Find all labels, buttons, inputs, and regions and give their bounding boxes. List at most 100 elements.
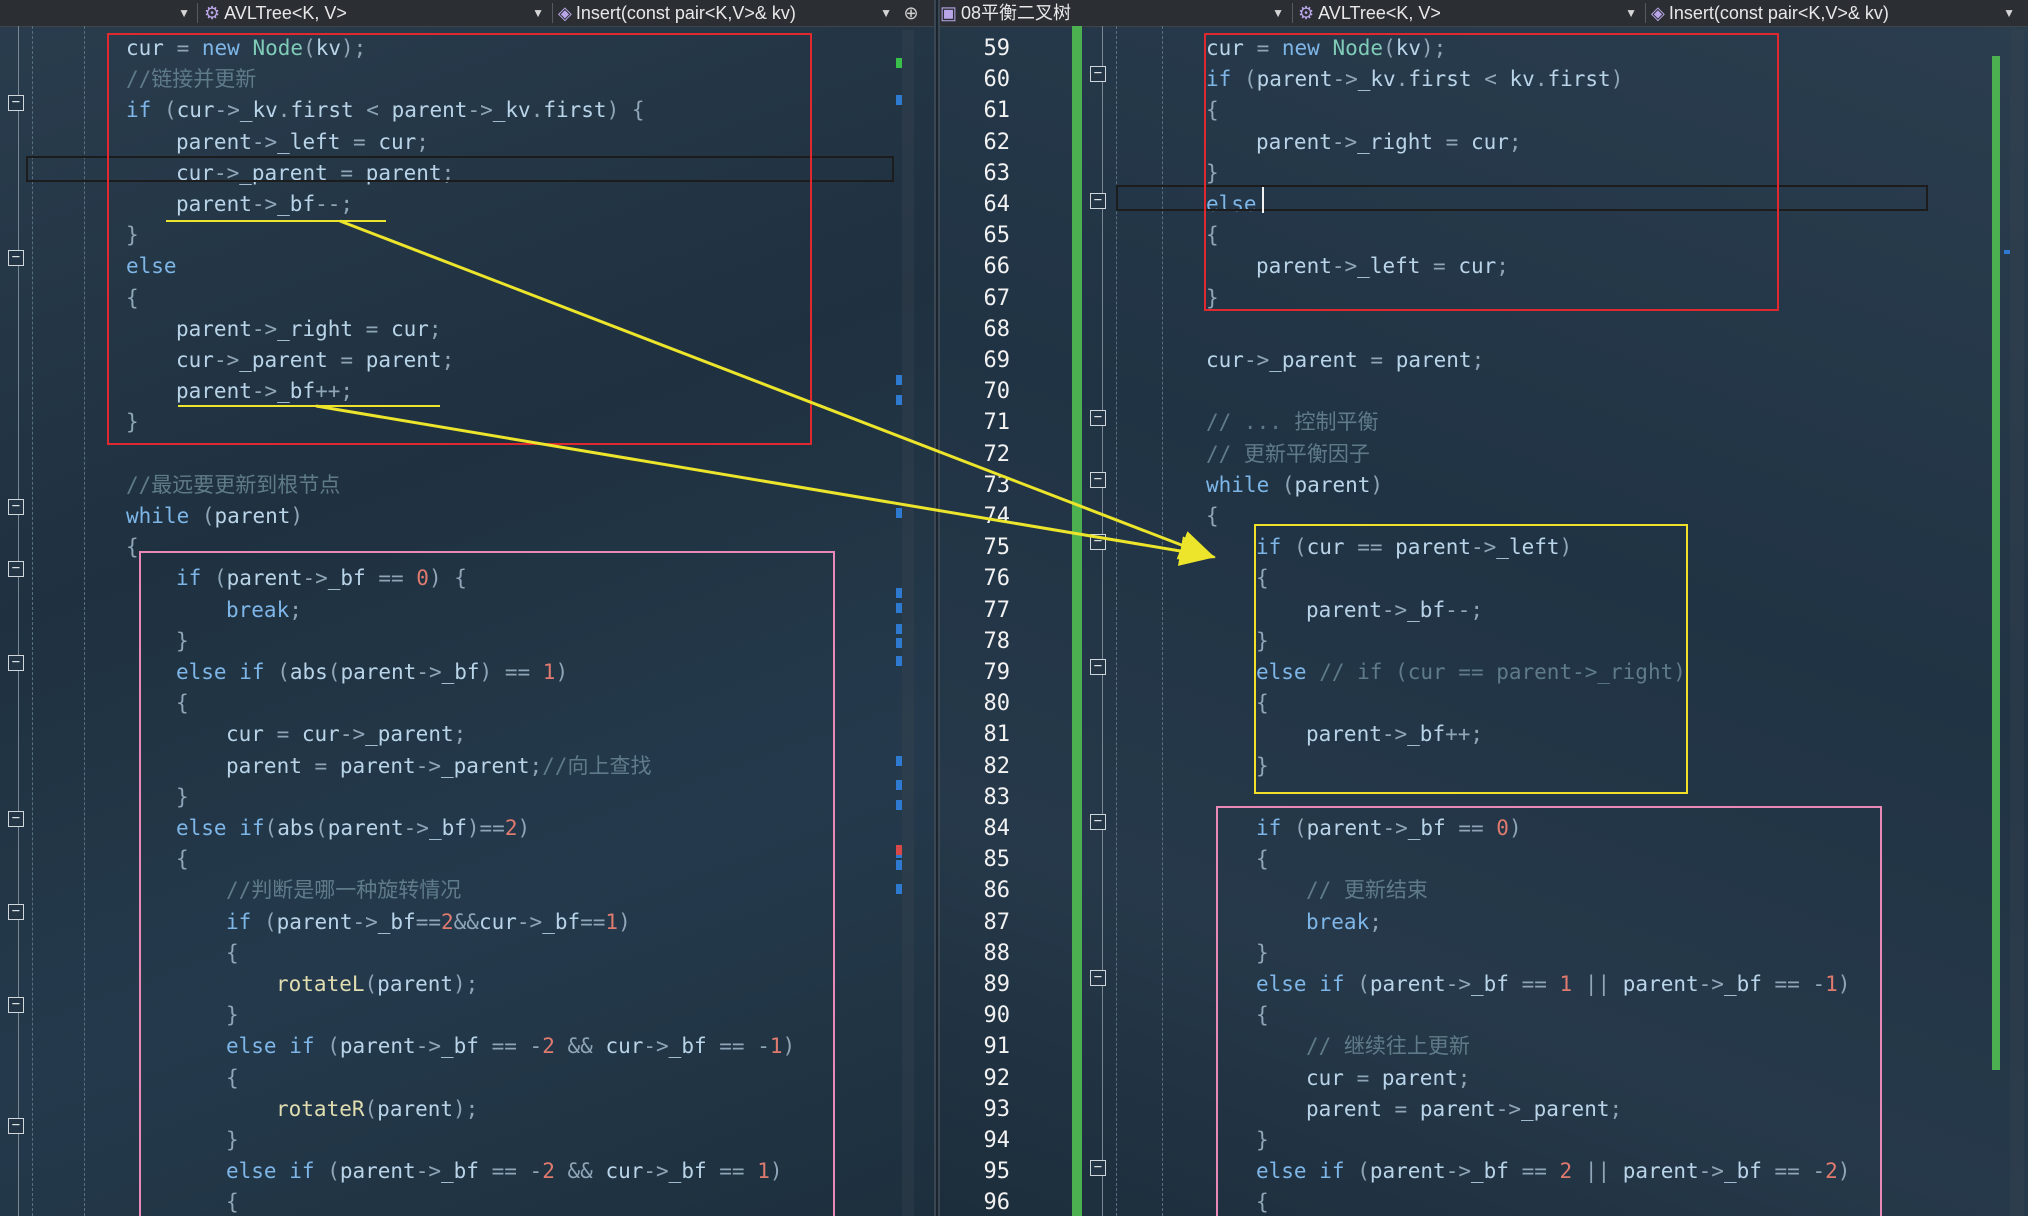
code-line[interactable]: cur = new Node(kv); xyxy=(126,33,366,64)
fold-minus-icon[interactable]: − xyxy=(1090,1160,1106,1176)
fold-minus-icon[interactable]: − xyxy=(8,499,24,515)
code-line[interactable]: rotateR(parent); xyxy=(276,1094,478,1125)
code-line[interactable]: // 更新结束 xyxy=(1306,875,1428,906)
indent-guide xyxy=(84,26,85,1216)
code-line[interactable]: } xyxy=(176,626,189,657)
code-line[interactable]: { xyxy=(226,938,239,969)
code-line[interactable]: } xyxy=(226,1000,239,1031)
right-editor-pane[interactable]: ▣ 08平衡二叉树 ▼ ⚙ AVLTree<K, V> ▼ ◈ Insert(cons… xyxy=(940,0,2028,1216)
code-line[interactable]: { xyxy=(1256,563,1269,594)
code-line[interactable]: parent->_bf++; xyxy=(1306,719,1483,750)
code-line[interactable]: parent->_bf++; xyxy=(176,376,353,407)
code-line[interactable]: parent->_bf--; xyxy=(176,189,353,220)
code-line[interactable]: if (cur == parent->_left) xyxy=(1256,532,1572,563)
code-line[interactable]: parent->_bf--; xyxy=(1306,595,1483,626)
fold-minus-icon[interactable]: − xyxy=(1090,66,1106,82)
code-line[interactable]: } xyxy=(176,782,189,813)
fold-minus-icon[interactable]: − xyxy=(1090,472,1106,488)
fold-minus-icon[interactable]: − xyxy=(8,95,24,111)
fold-minus-icon[interactable]: − xyxy=(1090,534,1106,550)
fold-minus-icon[interactable]: − xyxy=(1090,193,1106,209)
left-scope-dropdown[interactable]: ▼ xyxy=(0,0,196,26)
code-line[interactable]: cur->_parent = parent; xyxy=(176,345,454,376)
code-line[interactable]: rotateL(parent); xyxy=(276,969,478,1000)
code-line[interactable]: if (cur->_kv.first < parent->_kv.first) … xyxy=(126,95,645,126)
fold-minus-icon[interactable]: − xyxy=(8,997,24,1013)
code-line[interactable]: } xyxy=(226,1125,239,1156)
right-method-dropdown[interactable]: ◈ Insert(const pair<K,V>& kv) ▼ xyxy=(1651,0,2021,26)
code-line[interactable]: parent->_left = cur; xyxy=(1256,251,1509,282)
code-line[interactable]: // 继续往上更新 xyxy=(1306,1031,1470,1062)
code-line[interactable]: { xyxy=(176,688,189,719)
code-line[interactable]: cur = cur->_parent; xyxy=(226,719,466,750)
code-line[interactable]: cur->_parent = parent; xyxy=(1206,345,1484,376)
fold-minus-icon[interactable]: − xyxy=(1090,814,1106,830)
split-pin-icon[interactable]: ⊕ xyxy=(900,0,922,26)
code-line[interactable]: if (parent->_bf == 0) { xyxy=(176,563,467,594)
code-line[interactable]: { xyxy=(1206,501,1219,532)
code-line[interactable]: { xyxy=(1256,844,1269,875)
code-line[interactable]: { xyxy=(126,283,139,314)
code-line[interactable]: } xyxy=(1256,751,1269,782)
code-line[interactable]: } xyxy=(1256,938,1269,969)
fold-minus-icon[interactable]: − xyxy=(8,904,24,920)
code-line[interactable]: break; xyxy=(226,595,302,626)
code-line[interactable]: { xyxy=(1256,688,1269,719)
left-editor-pane[interactable]: ▼ ⚙ AVLTree<K, V> ▼ ◈ Insert(const pair<K,… xyxy=(0,0,934,1216)
code-line[interactable]: cur = parent; xyxy=(1306,1063,1470,1094)
code-line[interactable]: if (parent->_bf==2&&cur->_bf==1) xyxy=(226,907,631,938)
code-line[interactable]: else if (parent->_bf == -2 && cur->_bf =… xyxy=(226,1031,795,1062)
fold-minus-icon[interactable]: − xyxy=(8,1118,24,1134)
left-code-area[interactable]: cur = new Node(kv);//链接并更新 if (cur->_kv.f… xyxy=(0,26,934,1216)
code-line[interactable]: { xyxy=(226,1187,239,1216)
fold-minus-icon[interactable]: − xyxy=(1090,659,1106,675)
code-line[interactable]: cur = new Node(kv); xyxy=(1206,33,1446,64)
code-line[interactable]: //最远要更新到根节点 xyxy=(126,470,340,501)
code-line[interactable]: else if(abs(parent->_bf)==2) xyxy=(176,813,530,844)
code-line[interactable]: break; xyxy=(1306,907,1382,938)
code-line[interactable]: { xyxy=(1206,220,1219,251)
code-line[interactable]: } xyxy=(126,407,139,438)
line-number: 86 xyxy=(983,878,1011,904)
code-line[interactable]: parent = parent->_parent;//向上查找 xyxy=(226,751,651,782)
code-line[interactable]: parent->_right = cur; xyxy=(1256,127,1522,158)
code-line[interactable]: } xyxy=(1256,626,1269,657)
fold-minus-icon[interactable]: − xyxy=(8,811,24,827)
code-line[interactable]: parent->_left = cur; xyxy=(176,127,429,158)
code-line[interactable]: // 更新平衡因子 xyxy=(1206,439,1370,470)
left-class-dropdown[interactable]: ⚙ AVLTree<K, V> ▼ xyxy=(204,0,550,26)
code-line[interactable]: if (parent->_bf == 0) xyxy=(1256,813,1522,844)
fold-minus-icon[interactable]: − xyxy=(1090,410,1106,426)
fold-minus-icon[interactable]: − xyxy=(8,561,24,577)
code-line[interactable]: parent->_right = cur; xyxy=(176,314,442,345)
code-line[interactable]: //链接并更新 xyxy=(126,64,256,95)
code-line[interactable]: { xyxy=(1256,1000,1269,1031)
code-line[interactable]: } xyxy=(1206,283,1219,314)
code-line[interactable]: else if (parent->_bf == 2 || parent->_bf… xyxy=(1256,1156,1850,1187)
line-number: 72 xyxy=(983,441,1011,467)
code-line[interactable]: // ... 控制平衡 xyxy=(1206,407,1379,438)
code-line[interactable]: } xyxy=(126,220,139,251)
code-line[interactable]: { xyxy=(126,532,139,563)
code-line[interactable]: else xyxy=(126,251,177,282)
code-line[interactable]: if (parent->_kv.first < kv.first) xyxy=(1206,64,1623,95)
code-line[interactable]: } xyxy=(1256,1125,1269,1156)
fold-minus-icon[interactable]: − xyxy=(1090,970,1106,986)
code-line[interactable]: //判断是哪一种旋转情况 xyxy=(226,875,461,906)
fold-minus-icon[interactable]: − xyxy=(8,655,24,671)
code-line[interactable]: else if (parent->_bf == 1 || parent->_bf… xyxy=(1256,969,1850,1000)
fold-minus-icon[interactable]: − xyxy=(8,250,24,266)
code-line[interactable]: else // if (cur == parent->_right) xyxy=(1256,657,1686,688)
code-line[interactable]: else if (parent->_bf == -2 && cur->_bf =… xyxy=(226,1156,783,1187)
code-line[interactable]: while (parent) xyxy=(1206,470,1383,501)
code-line[interactable]: else if (abs(parent->_bf) == 1) xyxy=(176,657,568,688)
code-line[interactable]: parent = parent->_parent; xyxy=(1306,1094,1622,1125)
code-line[interactable]: { xyxy=(176,844,189,875)
right-class-dropdown[interactable]: ⚙ AVLTree<K, V> ▼ xyxy=(1298,0,1643,26)
left-method-dropdown[interactable]: ◈ Insert(const pair<K,V>& kv) ▼ xyxy=(558,0,898,26)
right-file-dropdown[interactable]: ▣ 08平衡二叉树 ▼ xyxy=(940,0,1290,26)
code-line[interactable]: while (parent) xyxy=(126,501,303,532)
code-line[interactable]: { xyxy=(226,1063,239,1094)
code-line[interactable]: { xyxy=(1206,95,1219,126)
code-line[interactable]: { xyxy=(1256,1187,1269,1216)
